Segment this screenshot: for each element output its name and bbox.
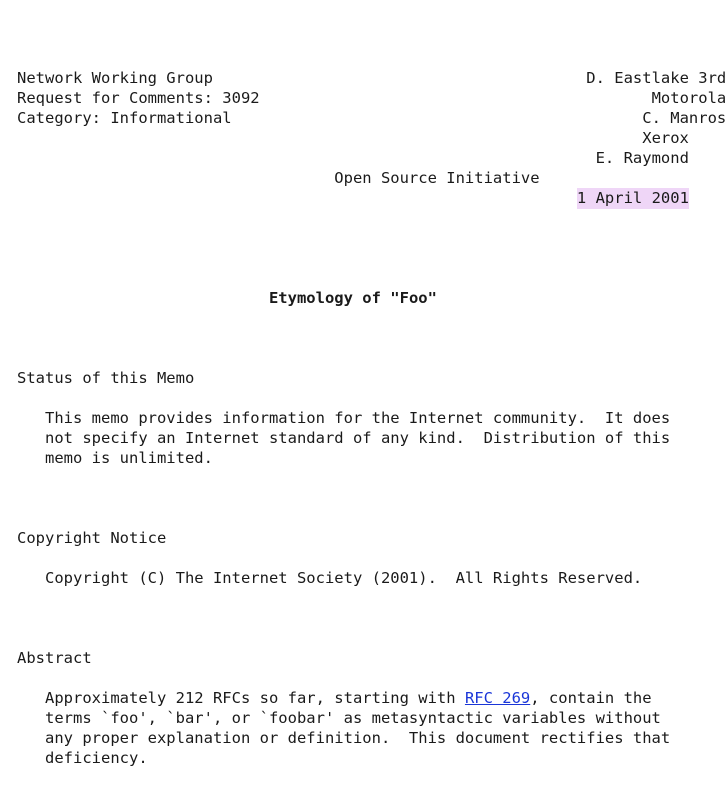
body-status-of-this-memo: This memo provides information for the I… (44, 409, 671, 467)
heading-copyright-notice: Copyright Notice (17, 529, 167, 547)
header-right-1: D. Eastlake 3rd (586, 69, 726, 87)
header-line-request-for-comments: Request for Comments: 3092 Motorola (17, 89, 726, 107)
header-block: Network Working Group D. Eastlake 3rd Re… (0, 68, 726, 209)
section-abstract: Abstract Approximately 212 RFCs so far, … (0, 648, 726, 768)
header-right-6: Open Source Initiative (334, 169, 540, 187)
header-line-xerox: Xerox (17, 129, 689, 147)
page-title: Etymology of "Foo" (268, 289, 437, 307)
header-line-eric-raymond: E. Raymond (17, 149, 689, 167)
rfc-document: Network Working Group D. Eastlake 3rd Re… (0, 0, 726, 808)
section-copyright-notice: Copyright Notice Copyright (C) The Inter… (0, 528, 726, 588)
title-indent (17, 289, 269, 307)
header-right-2: Motorola (651, 89, 726, 107)
header-line-category: Category: Informational C. Manros (17, 109, 726, 127)
header-line-date: 1 April 2001 (17, 188, 689, 209)
header-gap-6 (17, 169, 334, 187)
header-right-3: C. Manros (642, 109, 726, 127)
rfc-269-link[interactable]: RFC 269 (465, 689, 530, 707)
header-gap-7 (17, 189, 577, 207)
header-line-open-source-initiative: Open Source Initiative (17, 169, 540, 187)
publication-date-highlight: 1 April 2001 (576, 188, 689, 209)
header-right-4: Xerox (642, 129, 689, 147)
body-abstract-before-link: Approximately 212 RFCs so far, starting … (17, 689, 465, 707)
header-gap-2 (260, 89, 652, 107)
header-gap-3 (232, 109, 643, 127)
header-left-3: Category: Informational (17, 109, 232, 127)
section-status-of-this-memo: Status of this Memo This memo provides i… (0, 368, 726, 468)
header-left-1: Network Working Group (17, 69, 213, 87)
header-right-5: E. Raymond (595, 149, 689, 167)
body-copyright-notice: Copyright (C) The Internet Society (2001… (17, 569, 643, 587)
header-left-2: Request for Comments: 3092 (17, 89, 260, 107)
header-gap-5 (17, 149, 596, 167)
header-line-network-working-group: Network Working Group D. Eastlake 3rd (17, 69, 726, 87)
heading-abstract: Abstract (17, 649, 92, 667)
heading-status-of-this-memo: Status of this Memo (17, 369, 195, 387)
title-block: Etymology of "Foo" (0, 268, 726, 308)
header-gap-4 (17, 129, 642, 147)
header-gap-1 (213, 69, 586, 87)
